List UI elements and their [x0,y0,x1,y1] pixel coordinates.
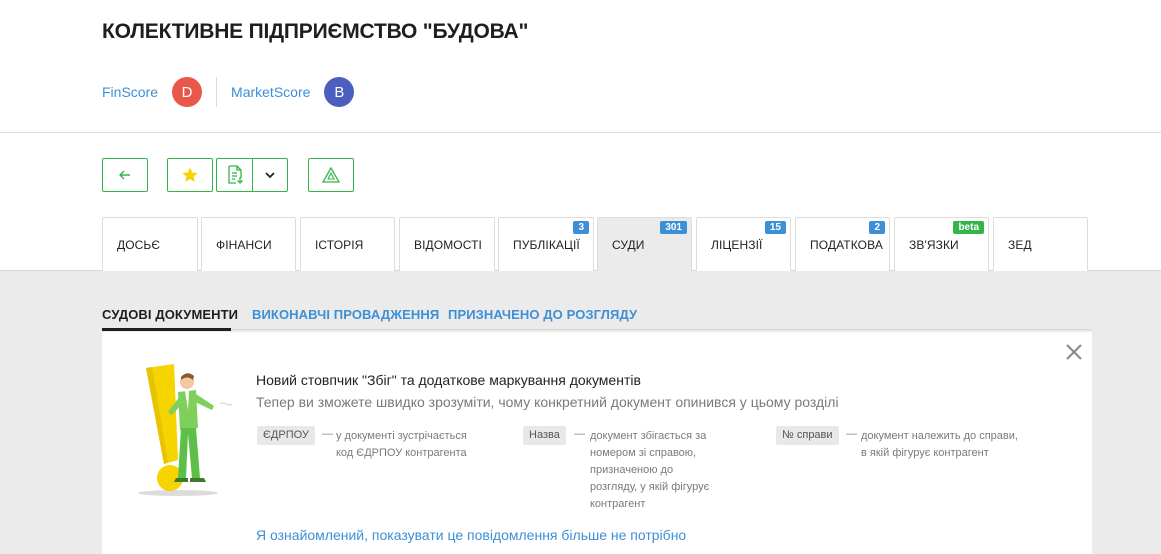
tab-label: ДОСЬЄ [117,238,161,252]
finscore-badge: D [172,77,203,107]
connections-button[interactable] [308,158,354,192]
export-menu-button[interactable] [252,158,288,192]
tab-istoriia[interactable]: ІСТОРІЯ [300,217,395,271]
export-button[interactable] [216,158,252,192]
legend-desc-line: в якій фігурує контрагент [861,447,989,459]
tab-vidomosti[interactable]: ВІДОМОСТІ [399,217,495,271]
tab-podatkova[interactable]: ПОДАТКОВА 2 [795,217,890,271]
count-badge: 3 [573,221,589,234]
arrow-left-icon [119,170,130,180]
subtab-enforcement[interactable]: ВИКОНАВЧІ ПРОВАДЖЕННЯ [252,307,439,322]
legend-tag-case-number: № справи [776,426,839,445]
tab-litsenzii[interactable]: ЛІЦЕНЗІЇ 15 [696,217,791,271]
tab-finansy[interactable]: ФІНАНСИ [201,217,296,271]
network-triangle-icon [322,167,340,183]
score-divider [216,77,218,107]
chevron-down-icon [265,172,275,179]
tab-label: ЗЕД [1008,238,1032,252]
favorite-button[interactable] [167,158,213,192]
header-divider [0,132,1161,133]
legend-desc-edrpou: у документі зустрічається код ЄДРПОУ кон… [336,428,467,462]
exclamation-man-illustration [138,364,233,496]
legend-dash: — [846,428,857,440]
legend-desc-line: документ збігається за [590,430,707,442]
scores-row: FinScore D MarketScore B [102,77,355,107]
tab-label: ФІНАНСИ [216,238,272,252]
legend-dash: — [574,428,585,440]
document-download-icon [227,165,243,184]
notice-subtitle: Тепер ви зможете швидко зрозуміти, чому … [256,394,839,410]
marketscore-link[interactable]: MarketScore [231,84,310,100]
tab-zed[interactable]: ЗЕД [993,217,1088,271]
tab-label: СУДИ [612,238,645,252]
subtab-divider [231,329,1092,330]
count-badge: 2 [869,221,885,234]
tab-zviazky[interactable]: ЗВ'ЯЗКИ beta [894,217,989,271]
tab-sudy[interactable]: СУДИ 301 [597,217,692,271]
company-title: КОЛЕКТИВНЕ ПІДПРИЄМСТВО "БУДОВА" [102,20,529,43]
legend-tag-edrpou: ЄДРПОУ [257,426,315,445]
legend-desc-line: у документі зустрічається [336,430,467,442]
tab-label: ПОДАТКОВА [810,238,883,252]
legend-desc-line: розгляду, у якій фігурує [590,481,710,493]
star-icon [182,167,198,182]
legend-desc-line: код ЄДРПОУ контрагента [336,447,467,459]
tab-label: ІСТОРІЯ [315,238,364,252]
active-subtab-indicator [102,328,231,331]
notice-title: Новий стовпчик "Збіг" та додаткове марку… [256,372,641,388]
count-badge: 15 [764,221,786,234]
marketscore-badge: B [324,77,355,107]
tab-label: ПУБЛІКАЦІЇ [513,238,580,252]
legend-desc-name: документ збігається за номером зі справо… [590,428,709,513]
beta-badge: beta [953,221,984,234]
count-badge: 301 [660,221,687,234]
tab-publikatsii[interactable]: ПУБЛІКАЦІЇ 3 [498,217,594,271]
tab-label: ЛІЦЕНЗІЇ [711,238,763,252]
legend-desc-case-number: документ належить до справи, в якій фігу… [861,428,1018,462]
tab-label: ВІДОМОСТІ [414,238,482,252]
back-button[interactable] [102,158,148,192]
subtab-court-documents[interactable]: СУДОВІ ДОКУМЕНТИ [102,307,238,322]
tab-dosie[interactable]: ДОСЬЄ [102,217,198,271]
legend-desc-line: номером зі справою, [590,447,697,459]
legend-dash: — [322,428,333,440]
finscore-link[interactable]: FinScore [102,84,158,100]
legend-tag-name: Назва [523,426,566,445]
close-icon [1066,344,1082,360]
legend-desc-line: контрагент [590,498,646,510]
legend-desc-line: призначеною до [590,464,674,476]
subtab-scheduled[interactable]: ПРИЗНАЧЕНО ДО РОЗГЛЯДУ [448,307,637,322]
tab-label: ЗВ'ЯЗКИ [909,238,959,252]
info-notice: Новий стовпчик "Збіг" та додаткове марку… [102,332,1092,554]
dismiss-notice-link[interactable]: Я ознайомлений, показувати це повідомлен… [256,527,686,543]
legend-desc-line: документ належить до справи, [861,430,1018,442]
close-button[interactable] [1062,340,1086,364]
